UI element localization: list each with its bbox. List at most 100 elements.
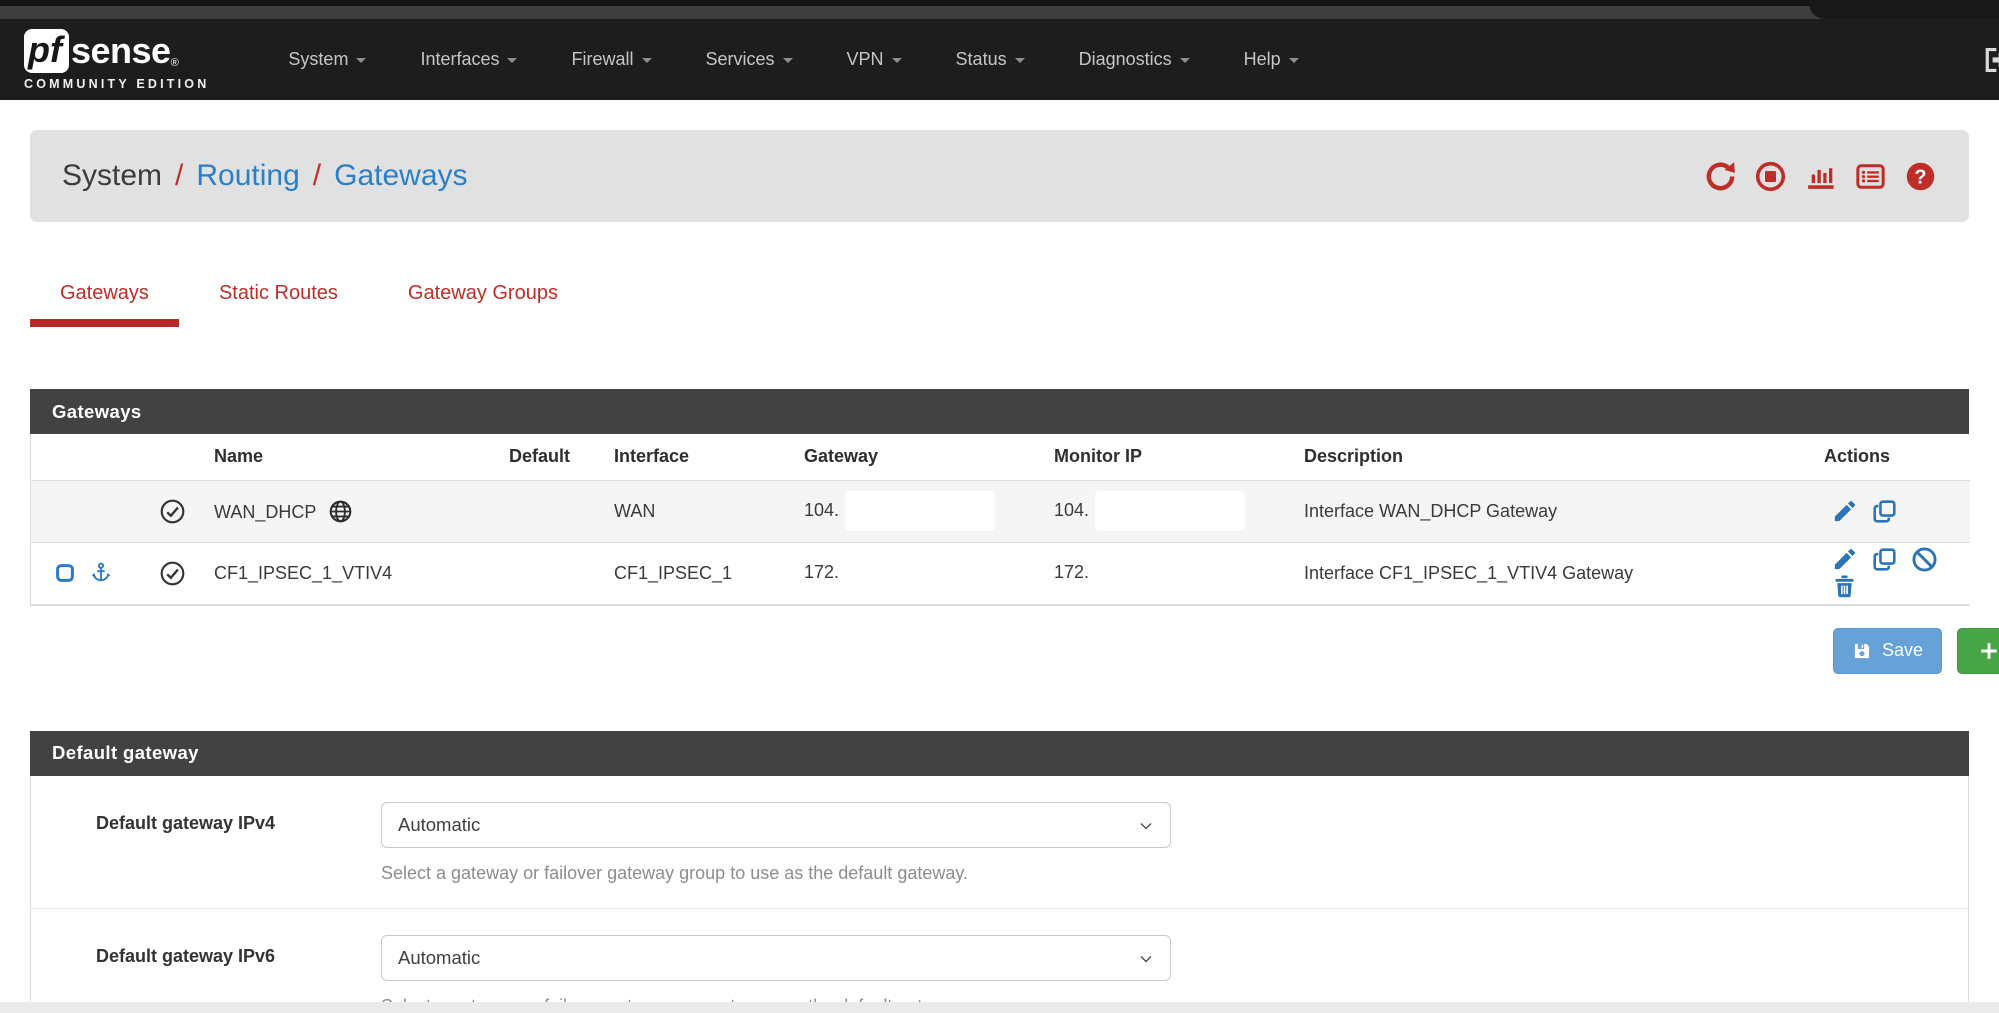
col-monitor-ip: Monitor IP [1041, 434, 1291, 480]
col-description: Description [1291, 434, 1811, 480]
caret-down-icon [356, 58, 366, 63]
copy-icon[interactable] [1871, 546, 1898, 573]
stop-icon[interactable] [1754, 160, 1787, 193]
gateway-ip-cell: 172. [791, 542, 1041, 604]
menu-item-services[interactable]: Services [679, 19, 820, 100]
table-row: CF1_IPSEC_1_VTIV4 CF1_IPSEC_1 172. 172. … [31, 542, 1970, 604]
copy-icon[interactable] [1871, 498, 1898, 525]
logo-pf-badge: pf [24, 29, 69, 73]
menu-item-status[interactable]: Status [929, 19, 1052, 100]
add-button[interactable]: Add [1957, 628, 1999, 674]
tab-gateways[interactable]: Gateways [30, 272, 179, 327]
selected-value: Automatic [398, 947, 480, 968]
monitor-ip-prefix: 172. [1054, 562, 1089, 582]
default-gateway-globe-icon [328, 499, 353, 524]
save-button[interactable]: Save [1833, 628, 1942, 674]
gateway-name: CF1_IPSEC_1_VTIV4 [214, 563, 392, 583]
log-icon[interactable] [1854, 160, 1887, 193]
delete-icon[interactable] [1831, 573, 1858, 600]
redacted-ip [1095, 491, 1245, 531]
menu-label: Services [706, 49, 775, 70]
default-gateway-panel-title: Default gateway [30, 731, 1969, 776]
gateway-name-cell: CF1_IPSEC_1_VTIV4 [201, 542, 496, 604]
status-cell [131, 480, 201, 542]
menu-label: System [288, 49, 348, 70]
row-flags-cell [31, 542, 131, 604]
menu-label: Interfaces [420, 49, 499, 70]
disable-icon[interactable] [1911, 546, 1938, 573]
logo-sense-text: sense [71, 30, 171, 72]
pfsense-logo[interactable]: pf sense ® COMMUNITY EDITION [24, 29, 209, 91]
window-title-strip [0, 6, 1999, 19]
col-row-flags [31, 434, 131, 480]
gateways-table: Name Default Interface Gateway Monitor I… [31, 434, 1970, 605]
caret-down-icon [892, 58, 902, 63]
menu-item-system[interactable]: System [261, 19, 393, 100]
chevron-down-icon [1136, 949, 1156, 969]
top-navbar: pf sense ® COMMUNITY EDITION System Inte… [0, 19, 1999, 100]
caret-down-icon [1180, 58, 1190, 63]
monitor-ip-cell: 172. [1041, 542, 1291, 604]
page-bottom-strip [0, 1002, 1999, 1013]
edit-icon[interactable] [1831, 546, 1858, 573]
non-default-square-icon [53, 561, 77, 585]
table-header-row: Name Default Interface Gateway Monitor I… [31, 434, 1970, 480]
default-gateway-ipv4-label: Default gateway IPv4 [31, 802, 381, 834]
selected-value: Automatic [398, 814, 480, 835]
routing-tabs: Gateways Static Routes Gateway Groups [30, 272, 1969, 327]
breadcrumb: System / Routing / Gateways [30, 130, 1969, 222]
gateway-online-icon [159, 560, 186, 587]
menu-label: VPN [847, 49, 884, 70]
description-cell: Interface WAN_DHCP Gateway [1291, 480, 1811, 542]
caret-down-icon [783, 58, 793, 63]
menu-label: Help [1244, 49, 1281, 70]
default-cell [496, 542, 601, 604]
gateway-ip-prefix: 104. [804, 500, 839, 520]
menu-item-diagnostics[interactable]: Diagnostics [1052, 19, 1217, 100]
gateway-name-cell: WAN_DHCP [201, 480, 496, 542]
default-gateway-ipv6-select[interactable]: Automatic [381, 935, 1171, 981]
tab-static-routes[interactable]: Static Routes [189, 272, 368, 327]
logo-edition-text: COMMUNITY EDITION [24, 77, 209, 91]
gateway-name: WAN_DHCP [214, 502, 316, 522]
help-icon[interactable] [1904, 160, 1937, 193]
menu-item-firewall[interactable]: Firewall [544, 19, 678, 100]
breadcrumb-separator: / [175, 159, 183, 193]
monitoring-chart-icon[interactable] [1804, 160, 1837, 193]
breadcrumb-gateways-link[interactable]: Gateways [334, 159, 467, 193]
col-status [131, 434, 201, 480]
gateways-panel-title: Gateways [30, 389, 1969, 434]
actions-cell [1811, 480, 1970, 542]
menu-item-help[interactable]: Help [1217, 19, 1326, 100]
refresh-icon[interactable] [1704, 160, 1737, 193]
table-buttons-row: Save Add [30, 628, 1999, 674]
col-gateway: Gateway [791, 434, 1041, 480]
breadcrumb-separator: / [313, 159, 321, 193]
caret-down-icon [1289, 58, 1299, 63]
page-action-icons [1704, 160, 1937, 193]
menu-item-vpn[interactable]: VPN [820, 19, 929, 100]
monitor-ip-prefix: 104. [1054, 500, 1089, 520]
interface-cell: CF1_IPSEC_1 [601, 542, 791, 604]
tab-gateway-groups[interactable]: Gateway Groups [378, 272, 588, 327]
menu-label: Status [956, 49, 1007, 70]
edit-icon[interactable] [1831, 498, 1858, 525]
sign-out-icon[interactable] [1981, 44, 1999, 76]
gateways-panel: Gateways Name Default Interface Gateway … [30, 389, 1969, 606]
monitor-ip-cell: 104. [1041, 480, 1291, 542]
default-gateway-panel: Default gateway Default gateway IPv4 Aut… [30, 731, 1969, 1013]
static-anchor-icon [89, 561, 113, 585]
breadcrumb-routing-link[interactable]: Routing [196, 159, 299, 193]
menu-label: Diagnostics [1079, 49, 1172, 70]
default-gateway-ipv4-row: Default gateway IPv4 Automatic Select a … [31, 776, 1968, 909]
table-row: WAN_DHCP WAN 104. 104. Interface WAN_DHC… [31, 480, 1970, 542]
gateway-online-icon [159, 498, 186, 525]
col-name: Name [201, 434, 496, 480]
logo-registered-mark: ® [171, 57, 179, 69]
save-button-label: Save [1882, 640, 1923, 661]
interface-cell: WAN [601, 480, 791, 542]
chevron-down-icon [1136, 816, 1156, 836]
menu-item-interfaces[interactable]: Interfaces [393, 19, 544, 100]
default-gateway-ipv4-select[interactable]: Automatic [381, 802, 1171, 848]
redacted-ip [845, 553, 995, 593]
